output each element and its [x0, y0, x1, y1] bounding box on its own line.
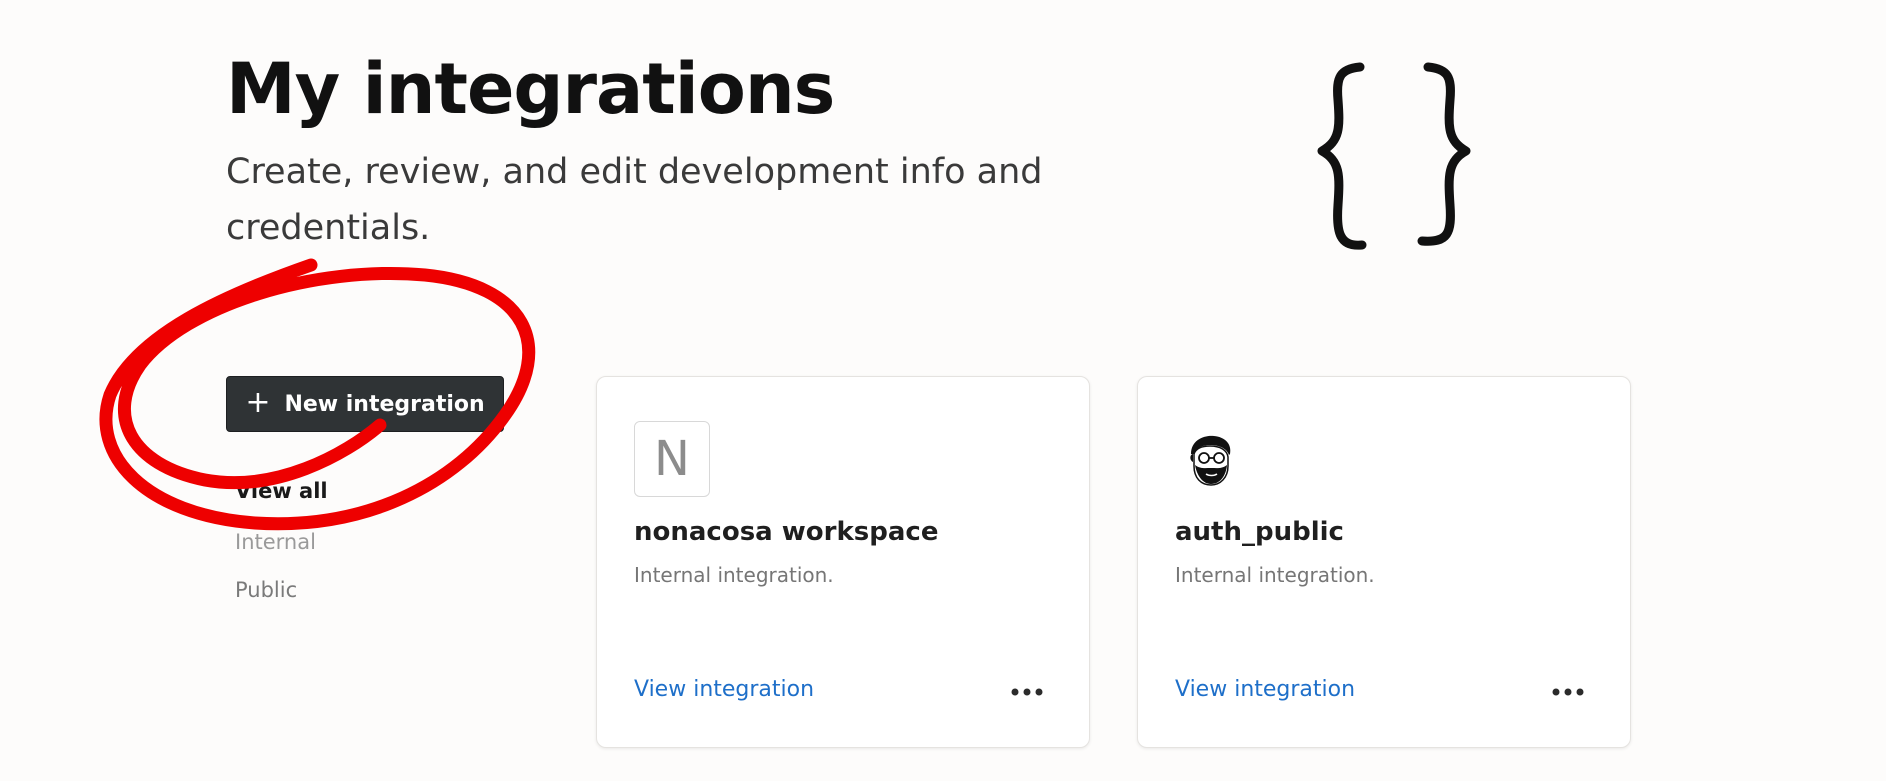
new-integration-label: New integration — [284, 391, 485, 417]
view-integration-link[interactable]: View integration — [634, 677, 814, 702]
more-options-icon[interactable] — [1007, 677, 1047, 707]
integration-name: auth_public — [1175, 517, 1344, 547]
integration-description: Internal integration. — [1175, 563, 1375, 587]
integration-card: N nonacosa workspace Internal integratio… — [596, 376, 1090, 748]
page-title: My integrations — [226, 48, 835, 130]
filter-public[interactable]: Public — [235, 578, 297, 602]
page-subtitle: Create, review, and edit development inf… — [226, 152, 1043, 248]
plus-icon: + — [245, 384, 271, 420]
more-options-icon[interactable] — [1548, 677, 1588, 707]
integration-logo: N — [634, 421, 710, 497]
curly-braces-icon — [1317, 62, 1471, 250]
integration-card: auth_public Internal integration. View i… — [1137, 376, 1631, 748]
filter-view-all[interactable]: View all — [235, 479, 328, 503]
integration-description: Internal integration. — [634, 563, 834, 587]
view-integration-link[interactable]: View integration — [1175, 677, 1355, 702]
bearded-man-avatar-icon — [1190, 435, 1231, 486]
integration-name: nonacosa workspace — [634, 517, 939, 547]
filter-internal[interactable]: Internal — [235, 530, 316, 554]
new-integration-button[interactable]: + New integration — [226, 376, 504, 432]
